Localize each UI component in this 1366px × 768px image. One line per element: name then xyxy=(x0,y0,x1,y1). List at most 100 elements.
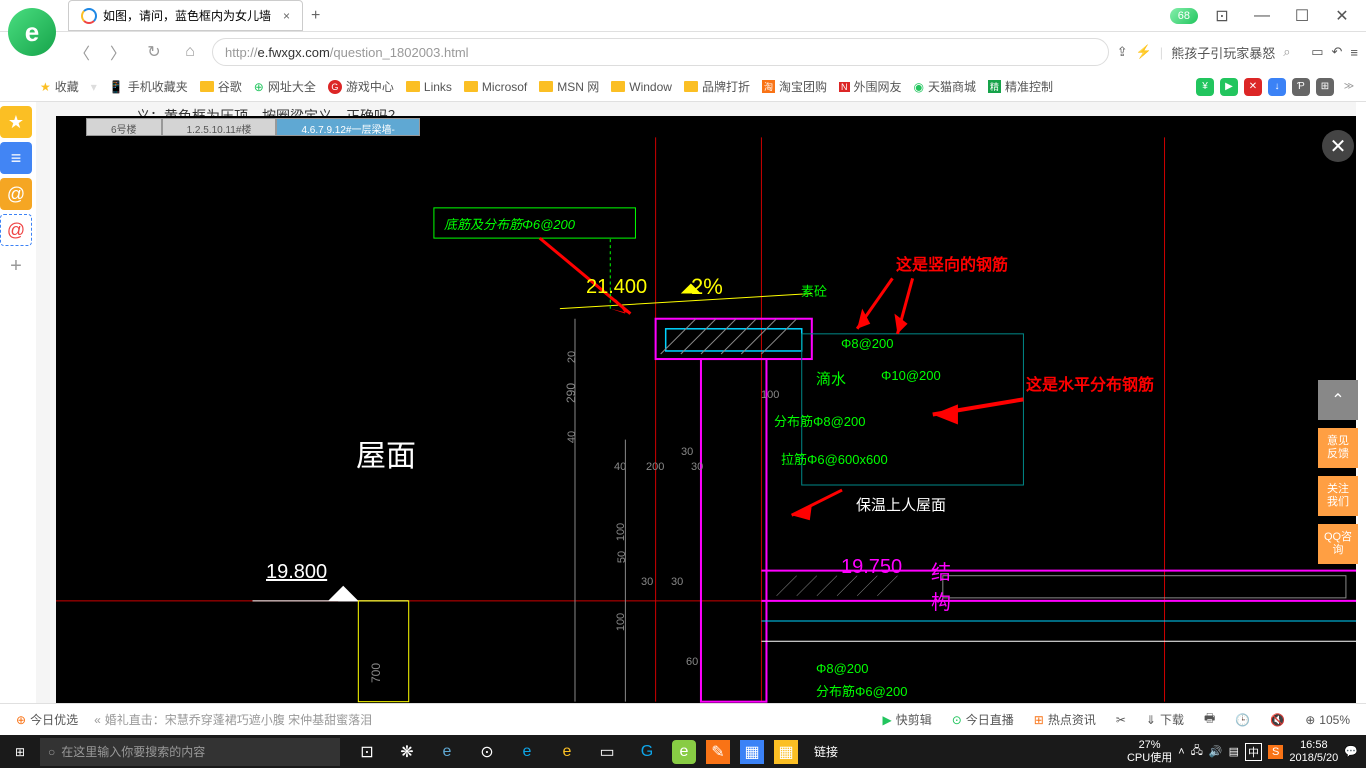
ext-icon[interactable]: Ƥ xyxy=(1292,78,1310,96)
url-input[interactable]: http:// e.fwxgx.com /question_1802003.ht… xyxy=(212,38,1109,66)
cad-image-viewer[interactable]: 6号楼 1.2.5.10.11#楼 4.6.7.9.12#一层梁墙- ✕ xyxy=(56,116,1356,703)
status-item[interactable]: 🖶 xyxy=(1196,709,1223,730)
tab-title: 如图，请问，蓝色框内为女儿墙 xyxy=(103,7,271,24)
start-button[interactable]: ⊞ xyxy=(0,735,40,768)
taskbar-app-icon[interactable]: e xyxy=(672,740,696,764)
ext-icon[interactable]: ↓ xyxy=(1268,78,1286,96)
taskbar-app-icon[interactable]: e xyxy=(428,735,466,768)
bookmark-item[interactable]: Links xyxy=(406,80,452,94)
new-tab-button[interactable]: + xyxy=(311,7,320,25)
status-item[interactable]: ⊙今日直播 xyxy=(944,711,1022,728)
status-item[interactable]: ⇓下载 xyxy=(1138,711,1192,728)
taskbar-clock[interactable]: 16:582018/5/20 xyxy=(1289,739,1338,763)
share-icon[interactable]: ⇪ xyxy=(1117,44,1128,60)
taskbar-app-icon[interactable]: ❋ xyxy=(388,735,426,768)
home-button[interactable]: ⌂ xyxy=(176,38,204,66)
bookmark-item[interactable]: 精精准控制 xyxy=(988,78,1053,95)
news-ticker[interactable]: « 婚礼直击：宋慧乔穿蓬裙巧遮小腹 宋仲基甜蜜落泪 xyxy=(86,711,380,728)
browser-status-bar: ⊕今日优选 « 婚礼直击：宋慧乔穿蓬裙巧遮小腹 宋仲基甜蜜落泪 ▶快剪辑 ⊙今日… xyxy=(0,703,1366,735)
tray-sogou-icon[interactable]: S xyxy=(1268,745,1283,759)
menu-icon[interactable]: ≡ xyxy=(1350,45,1358,60)
taskbar-link-label: 链接 xyxy=(814,743,838,760)
status-item[interactable]: 🔇 xyxy=(1262,713,1293,727)
tray-ime-icon[interactable]: 中 xyxy=(1245,743,1262,761)
qq-consult-button[interactable]: QQ咨询 xyxy=(1318,524,1358,564)
cad-label: 滴水 xyxy=(816,368,846,389)
maximize-icon[interactable]: ☐ xyxy=(1286,4,1318,28)
task-view-icon[interactable]: ⊡ xyxy=(348,735,386,768)
taskbar-app-icon[interactable]: ⊙ xyxy=(468,735,506,768)
bookmark-item[interactable]: ⊕网址大全 xyxy=(254,78,316,95)
score-badge[interactable]: 68 xyxy=(1170,8,1198,24)
tray-icon[interactable]: ˄ xyxy=(1178,746,1184,758)
scroll-top-button[interactable]: ⌃ xyxy=(1318,380,1358,420)
window-menu-icon[interactable]: ⊡ xyxy=(1206,4,1238,28)
sidebar-add-icon[interactable]: + xyxy=(0,250,32,282)
cad-tab-active[interactable]: 4.6.7.9.12#一层梁墙- xyxy=(276,118,419,136)
ext-icon[interactable]: ¥ xyxy=(1196,78,1214,96)
taskbar-app-icon[interactable]: ✎ xyxy=(706,740,730,764)
follow-button[interactable]: 关注我们 xyxy=(1318,476,1358,516)
cad-dim: 100 xyxy=(615,523,627,541)
bookmark-item[interactable]: N外围网友 xyxy=(839,78,902,95)
tab-close-icon[interactable]: × xyxy=(283,9,290,23)
cortana-search[interactable]: ○ 在这里输入你要搜索的内容 xyxy=(40,738,340,766)
today-picks[interactable]: ⊕今日优选 xyxy=(8,711,86,728)
cad-tab[interactable]: 6号楼 xyxy=(86,118,162,136)
trending-text[interactable]: 熊孩子引玩家暴怒 xyxy=(1171,43,1275,62)
bookmark-item[interactable]: 谷歌 xyxy=(200,78,242,95)
cad-dim: 40 xyxy=(614,461,626,473)
bookmark-item[interactable]: 淘淘宝团购 xyxy=(762,78,827,95)
sidebar-weibo-icon[interactable]: @ xyxy=(0,178,32,210)
titlebar: 如图，请问，蓝色框内为女儿墙 × + 68 ⊡ — ☐ ✕ xyxy=(0,0,1366,32)
reload-button[interactable]: ↻ xyxy=(140,38,168,66)
sidebar-favorites-icon[interactable]: ★ xyxy=(0,106,32,138)
taskbar-app-icon[interactable]: e xyxy=(548,735,586,768)
bookmark-item[interactable]: Microsof xyxy=(464,80,527,94)
flash-icon[interactable]: ⚡ xyxy=(1136,44,1152,60)
bookmark-item[interactable]: G游戏中心 xyxy=(328,78,394,95)
reader-icon[interactable]: ▭ xyxy=(1311,44,1323,60)
bookmark-item[interactable]: ◉天猫商城 xyxy=(914,78,977,95)
search-icon[interactable]: ⌕ xyxy=(1283,44,1303,60)
zoom-level[interactable]: ⊕ 105% xyxy=(1297,713,1358,727)
undo-icon[interactable]: ↶ xyxy=(1332,44,1343,60)
addressbar: 〈 〉 ↻ ⌂ http:// e.fwxgx.com /question_18… xyxy=(0,32,1366,72)
status-item[interactable]: ▶快剪辑 xyxy=(874,711,939,728)
taskbar-app-icon[interactable]: ▦ xyxy=(774,740,798,764)
tray-volume-icon[interactable]: 🔊 xyxy=(1209,745,1223,758)
status-item[interactable]: 🕒 xyxy=(1227,713,1258,727)
favorites-button[interactable]: ★收藏 xyxy=(40,78,79,95)
cad-dim: 30 xyxy=(691,461,703,473)
ext-icon[interactable]: ⊞ xyxy=(1316,78,1334,96)
status-item[interactable]: ✂ xyxy=(1108,713,1134,727)
ext-menu-icon[interactable]: ≫ xyxy=(1340,78,1358,96)
ext-icon[interactable]: ▶ xyxy=(1220,78,1238,96)
bookmark-item[interactable]: 📱手机收藏夹 xyxy=(109,78,188,95)
cad-dim: 100 xyxy=(761,389,779,401)
ext-icon[interactable]: ✕ xyxy=(1244,78,1262,96)
sidebar-at-icon[interactable]: @ xyxy=(0,214,32,246)
taskbar-app-icon[interactable]: ▦ xyxy=(740,740,764,764)
cad-tab[interactable]: 1.2.5.10.11#楼 xyxy=(162,118,277,136)
cpu-monitor[interactable]: 27%CPU使用 xyxy=(1127,739,1172,763)
tray-notifications-icon[interactable]: 💬 xyxy=(1344,745,1358,758)
forward-button[interactable]: 〉 xyxy=(104,38,132,66)
sidebar-news-icon[interactable]: ≡ xyxy=(0,142,32,174)
feedback-button[interactable]: 意见反馈 xyxy=(1318,428,1358,468)
bookmark-item[interactable]: MSN 网 xyxy=(539,78,599,95)
url-path: /question_1802003.html xyxy=(330,45,469,60)
close-icon[interactable]: ✕ xyxy=(1326,4,1358,28)
taskbar-app-icon[interactable]: ▭ xyxy=(588,735,626,768)
back-button[interactable]: 〈 xyxy=(68,38,96,66)
bookmark-item[interactable]: Window xyxy=(611,80,672,94)
bookmark-item[interactable]: 品牌打折 xyxy=(684,78,750,95)
cad-dim: 30 xyxy=(681,446,693,458)
taskbar-app-icon[interactable]: e xyxy=(508,735,546,768)
status-item[interactable]: ⊞热点资讯 xyxy=(1026,711,1104,728)
tray-network-icon[interactable]: 🖧 xyxy=(1191,742,1203,761)
browser-tab[interactable]: 如图，请问，蓝色框内为女儿墙 × xyxy=(68,0,303,31)
taskbar-app-icon[interactable]: G xyxy=(628,735,666,768)
tray-icon[interactable]: ▤ xyxy=(1229,745,1239,758)
minimize-icon[interactable]: — xyxy=(1246,4,1278,28)
